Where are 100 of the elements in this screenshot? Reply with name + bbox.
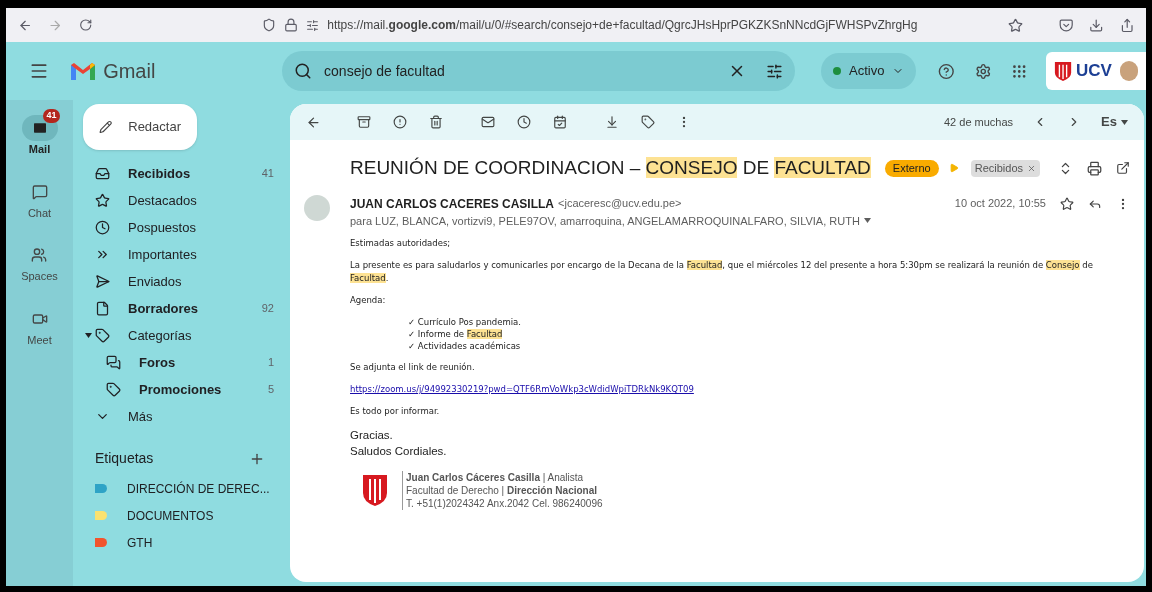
agenda-item: ✓ Currículo Pos pandemia. xyxy=(408,316,522,328)
shield-icon xyxy=(262,18,277,32)
sender-avatar xyxy=(304,194,330,221)
labels-heading: Etiquetas xyxy=(95,449,154,468)
folder-label: Pospuestos xyxy=(128,218,196,237)
meeting-link[interactable]: https://zoom.us/j/94992330219?pwd=QTF6RmVoWkp3cWdidWpiTDRkNk9KQT09 xyxy=(350,383,694,396)
rail-item[interactable]: 41 Mail xyxy=(16,108,63,158)
signature-line: T. +51(1)2024342 Anx.2042 Cel. 986240096 xyxy=(406,496,603,510)
close-icon[interactable] xyxy=(1027,163,1037,173)
university-shield-logo xyxy=(362,473,388,508)
reload-icon[interactable] xyxy=(78,18,93,32)
add-task-icon[interactable] xyxy=(553,115,567,129)
inbox-icon xyxy=(95,166,110,181)
agenda-item: ✓ Actividades académicas xyxy=(408,340,522,352)
rail-item[interactable]: Spaces xyxy=(16,235,63,285)
folder-item[interactable]: Recibidos 41 xyxy=(73,160,290,187)
pencil-icon xyxy=(99,119,113,135)
label-item[interactable]: DIRECCIÓN DE DEREC... xyxy=(73,475,290,502)
compose-button[interactable]: Redactar xyxy=(83,104,197,150)
folder-item[interactable]: Destacados xyxy=(73,187,290,214)
sender-name: JUAN CARLOS CACERES CASILLA xyxy=(350,195,554,213)
star-icon xyxy=(95,193,110,208)
print-icon[interactable] xyxy=(1087,160,1102,176)
snooze-icon[interactable] xyxy=(517,115,531,129)
expand-caret-icon[interactable] xyxy=(85,333,92,338)
help-icon[interactable] xyxy=(938,62,955,80)
folder-tag[interactable]: Recibidos xyxy=(970,160,1041,177)
folder-label: Categorías xyxy=(128,326,192,345)
folder-label: Recibidos xyxy=(128,164,191,183)
url-text: https://mail.google.com/mail/u/0/#search/consejo+de+facultad/QgrcJHsHprPGKZKSnNNcdGjFWHSPvZhrgHg xyxy=(327,17,918,34)
spaces-icon xyxy=(31,247,48,263)
organization-logo[interactable]: UCV xyxy=(1046,52,1146,90)
folder-item[interactable]: Enviados xyxy=(73,268,290,295)
folder-item[interactable]: Categorías xyxy=(73,322,290,349)
body-paragraph: La presente es para saludarlos y comunicarles por encargo de la Decana de la Facultad, que el miércoles 12 del presente a hora 5:30pm se realizará la reunión de Consejo de Facultad. xyxy=(350,259,1094,285)
folder-item[interactable]: Promociones 5 xyxy=(73,376,290,403)
signature-line: Facultad de Derecho | Dirección Nacional xyxy=(406,483,599,497)
folder-label: Promociones xyxy=(139,380,222,399)
external-tag: Externo xyxy=(884,160,939,177)
unread-count: 92 xyxy=(261,301,274,317)
mark-unread-icon[interactable] xyxy=(481,115,495,129)
folder-item[interactable]: Más xyxy=(73,403,290,430)
gmail-logo[interactable]: Gmail xyxy=(71,56,283,86)
unread-count: 1 xyxy=(267,355,274,371)
language-selector[interactable]: Es xyxy=(1101,112,1128,132)
folder-label: Destacados xyxy=(128,191,197,210)
mail-icon xyxy=(31,120,48,136)
bookmark-star-icon[interactable] xyxy=(1007,17,1023,33)
address-bar[interactable]: https://mail.google.com/mail/u/0/#search/consejo+de+facultad/QgrcJHsHprPGKZKSnNNcdGjFWHSPvZhrgHg xyxy=(258,12,1027,38)
avatar-icon xyxy=(1119,61,1138,81)
caret-icon[interactable] xyxy=(863,218,871,224)
search-bar[interactable]: consejo de facultad xyxy=(282,51,795,91)
shield-logo-icon xyxy=(1054,59,1073,83)
send-icon xyxy=(95,274,110,289)
unread-count: 41 xyxy=(261,166,274,182)
body-paragraph: Estimadas autoridades; xyxy=(350,237,452,250)
closing-line: Gracias. xyxy=(350,427,394,443)
star-icon[interactable] xyxy=(1060,196,1074,211)
clock-icon xyxy=(95,220,110,235)
move-icon[interactable] xyxy=(605,115,619,129)
delete-icon[interactable] xyxy=(429,115,443,129)
label-item[interactable]: DOCUMENTOS xyxy=(73,502,290,529)
report-icon[interactable] xyxy=(393,115,407,129)
folder-label: Enviados xyxy=(128,272,182,291)
label-icon[interactable] xyxy=(641,115,655,129)
file-icon xyxy=(95,301,110,316)
status-button[interactable]: Activo xyxy=(821,53,917,89)
folder-item[interactable]: Importantes xyxy=(73,241,290,268)
tag-icon xyxy=(95,328,110,343)
new-window-icon[interactable] xyxy=(1116,161,1130,176)
body-paragraph: Es todo por informar. xyxy=(350,404,441,418)
permissions-icon xyxy=(306,18,320,32)
folder-item[interactable]: Pospuestos xyxy=(73,214,290,241)
importance-marker-icon[interactable] xyxy=(948,163,959,174)
chat-bubbles-icon xyxy=(106,355,121,370)
pocket-icon[interactable] xyxy=(1058,17,1074,33)
download-icon[interactable] xyxy=(1089,17,1104,33)
search-icon xyxy=(294,62,313,80)
email-subject: REUNIÓN DE COORDINACION – CONSEJO DE FACULTAD xyxy=(350,156,871,180)
recipients: para LUZ, BLANCA, vortizvi9, PELE97OV, amarroquina, ANGELAMARROQUINALFARO, SILVIA, RUTH xyxy=(350,213,860,229)
apps-grid-icon[interactable] xyxy=(1011,62,1028,80)
lock-icon xyxy=(284,18,299,32)
archive-icon[interactable] xyxy=(357,115,371,129)
rail-item[interactable]: Meet xyxy=(16,298,63,348)
caret-icon[interactable] xyxy=(1121,119,1128,125)
message-date: 10 oct 2022, 10:55 xyxy=(954,196,1046,212)
signature-line: Juan Carlos Cáceres Casilla | Analista xyxy=(406,470,585,484)
search-options-icon[interactable] xyxy=(766,62,783,80)
settings-icon[interactable] xyxy=(974,62,992,80)
rail-item[interactable]: Chat xyxy=(16,171,63,221)
folder-label: Importantes xyxy=(128,245,197,264)
folder-label: Borradores xyxy=(128,299,199,318)
label-item[interactable]: GTH xyxy=(73,529,290,556)
folder-label: Foros xyxy=(139,353,176,372)
folder-item[interactable]: Foros 1 xyxy=(73,349,290,376)
sender-email: <jcaceresc@ucv.edu.pe> xyxy=(558,196,682,212)
folder-item[interactable]: Borradores 92 xyxy=(73,295,290,322)
unread-count: 5 xyxy=(267,382,274,398)
share-icon[interactable] xyxy=(1119,17,1134,33)
search-field[interactable]: consejo de facultad xyxy=(324,60,716,82)
